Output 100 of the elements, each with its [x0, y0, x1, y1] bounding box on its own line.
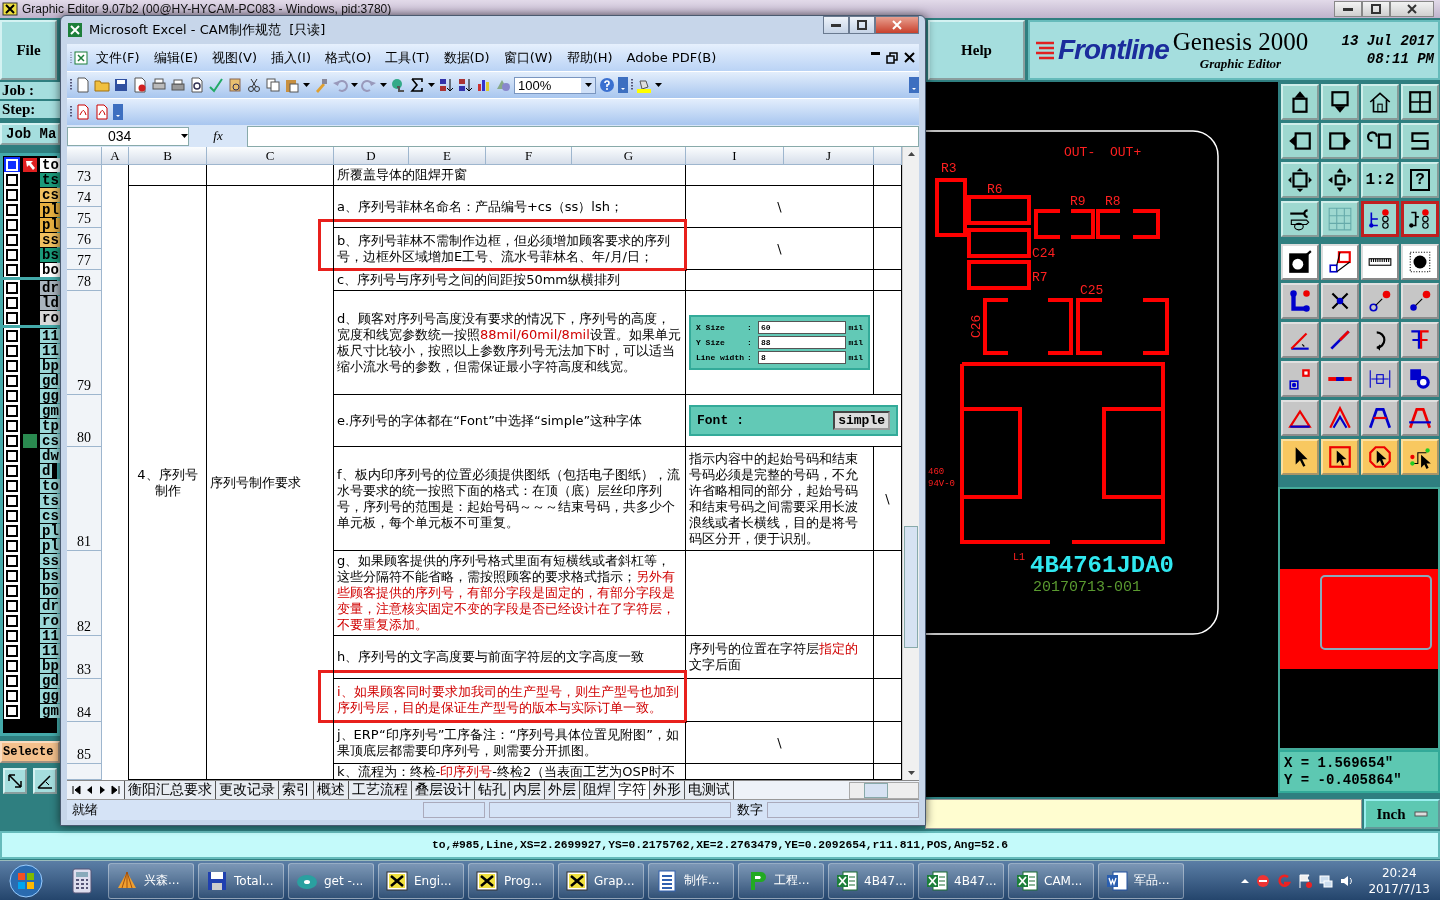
sheet-tab[interactable]: 内层: [509, 781, 545, 799]
sheet-tab[interactable]: 钻孔: [474, 781, 510, 799]
layer-name[interactable]: bp: [40, 658, 60, 673]
column-header[interactable]: F: [486, 147, 572, 165]
taskbar-item[interactable]: 4B47...: [918, 862, 1004, 899]
sheet-tab[interactable]: 衡阳汇总要求: [124, 781, 216, 799]
sheet-tab[interactable]: 字符: [614, 781, 650, 799]
column-header[interactable]: E: [409, 147, 486, 165]
layer-name[interactable]: ld: [40, 295, 60, 310]
layer-name[interactable]: ss: [40, 232, 60, 247]
taskbar-item[interactable]: Grap...: [558, 862, 644, 899]
layer-name[interactable]: pl: [40, 538, 60, 553]
menu-item[interactable]: 数据(D): [437, 46, 496, 69]
layer-name[interactable]: pl: [40, 202, 60, 217]
menu-item[interactable]: 编辑(E): [147, 46, 204, 69]
zoom-ratio-button[interactable]: 1:2: [1361, 162, 1399, 198]
column-header[interactable]: A: [102, 147, 129, 165]
sheet-tab[interactable]: 概述: [313, 781, 349, 799]
column-header[interactable]: G: [572, 147, 686, 165]
column-header[interactable]: C: [207, 147, 334, 165]
taskbar-item[interactable]: 军品...: [1098, 862, 1184, 899]
units-button[interactable]: Inch: [1364, 799, 1440, 829]
menu-item[interactable]: 视图(V): [206, 46, 264, 69]
help-menu[interactable]: Help: [928, 20, 1025, 80]
layer-name[interactable]: cs: [40, 187, 60, 202]
row-header[interactable]: 74: [67, 186, 102, 207]
row-header[interactable]: 84: [67, 679, 102, 722]
row-header[interactable]: 82: [67, 551, 102, 636]
column-header[interactable]: B: [129, 147, 207, 165]
layer-name[interactable]: cs: [40, 508, 60, 523]
sheet-tab[interactable]: 外层: [544, 781, 580, 799]
menu-item[interactable]: 文件(F): [90, 46, 146, 69]
layer-name[interactable]: 11: [40, 328, 60, 343]
menu-item[interactable]: 格式(O): [319, 46, 378, 69]
layer-name[interactable]: gm: [40, 403, 60, 418]
layer-name[interactable]: ts: [40, 172, 60, 187]
layer-name[interactable]: gg: [40, 388, 60, 403]
layer-name[interactable]: 11: [40, 643, 60, 658]
sheet-tab[interactable]: 阻焊: [579, 781, 615, 799]
row-header[interactable]: 75: [67, 207, 102, 228]
layer-name[interactable]: to: [40, 478, 60, 493]
layer-name[interactable]: ss: [40, 553, 60, 568]
taskbar-item[interactable]: CAM...: [1008, 862, 1094, 899]
layer-name[interactable]: pl: [40, 217, 60, 232]
menu-item[interactable]: 工具(T): [379, 46, 436, 69]
row-header[interactable]: 78: [67, 270, 102, 291]
layer-name[interactable]: bs: [40, 247, 60, 262]
layer-name[interactable]: ro: [40, 310, 60, 325]
sheet-tab[interactable]: 外形: [649, 781, 685, 799]
layer-name[interactable]: dr: [40, 598, 60, 613]
column-header[interactable]: I: [686, 147, 784, 165]
layer-name[interactable]: pl: [40, 523, 60, 538]
layer-name[interactable]: 11: [40, 343, 60, 358]
name-box[interactable]: 034: [67, 126, 189, 146]
menu-item[interactable]: 插入(I): [265, 46, 317, 69]
taskbar-item[interactable]: 工程...: [738, 862, 824, 899]
layer-name[interactable]: d: [40, 463, 53, 478]
layer-name[interactable]: bp: [40, 358, 60, 373]
row-header[interactable]: 85: [67, 722, 102, 764]
taskbar-item[interactable]: Total...: [198, 862, 284, 899]
menu-item[interactable]: Adobe PDF(B): [620, 48, 723, 67]
layer-name[interactable]: bo: [40, 262, 60, 277]
sheet-tab[interactable]: 电测试: [684, 781, 734, 799]
taskbar-item[interactable]: get -...: [288, 862, 374, 899]
file-menu[interactable]: File: [0, 20, 57, 80]
layer-name[interactable]: dw: [40, 448, 60, 463]
taskbar-item[interactable]: Engi...: [378, 862, 464, 899]
menu-item[interactable]: 窗口(W): [497, 46, 559, 69]
column-header[interactable]: D: [334, 147, 409, 165]
layer-name[interactable]: tp: [40, 418, 60, 433]
layer-name[interactable]: dr: [40, 280, 60, 295]
taskbar-item[interactable]: 制作...: [648, 862, 734, 899]
taskbar-item[interactable]: 兴森...: [108, 862, 194, 899]
row-header[interactable]: 80: [67, 395, 102, 447]
layer-name[interactable]: cs: [40, 433, 60, 448]
layer-name[interactable]: bo: [40, 583, 60, 598]
row-header[interactable]: 81: [67, 447, 102, 551]
row-header[interactable]: 79: [67, 291, 102, 395]
zoom-combo[interactable]: 100%: [514, 76, 596, 94]
layer-name[interactable]: ro: [40, 613, 60, 628]
menu-item[interactable]: 帮助(H): [560, 46, 619, 69]
row-header[interactable]: 73: [67, 165, 102, 186]
layer-name[interactable]: gg: [40, 688, 60, 703]
help-button[interactable]: ?: [1401, 162, 1439, 198]
layer-name[interactable]: ts: [40, 493, 60, 508]
sheet-tab[interactable]: 叠层设计: [411, 781, 475, 799]
layer-name[interactable]: gd: [40, 373, 60, 388]
column-header[interactable]: J: [784, 147, 874, 165]
layer-name[interactable]: 11: [40, 628, 60, 643]
sheet-tab[interactable]: 工艺流程: [348, 781, 412, 799]
layer-name[interactable]: bs: [40, 568, 60, 583]
taskbar-item[interactable]: 4B47...: [828, 862, 914, 899]
sheet-tab[interactable]: 更改记录: [215, 781, 279, 799]
layer-name[interactable]: to: [40, 157, 60, 172]
layer-name[interactable]: gd: [40, 673, 60, 688]
sheet-tab[interactable]: 索引: [278, 781, 314, 799]
row-header[interactable]: 76: [67, 228, 102, 249]
row-header[interactable]: 77: [67, 249, 102, 270]
job-manager-button[interactable]: Job Ma: [0, 123, 60, 145]
insert-function-label[interactable]: fx: [193, 128, 243, 144]
